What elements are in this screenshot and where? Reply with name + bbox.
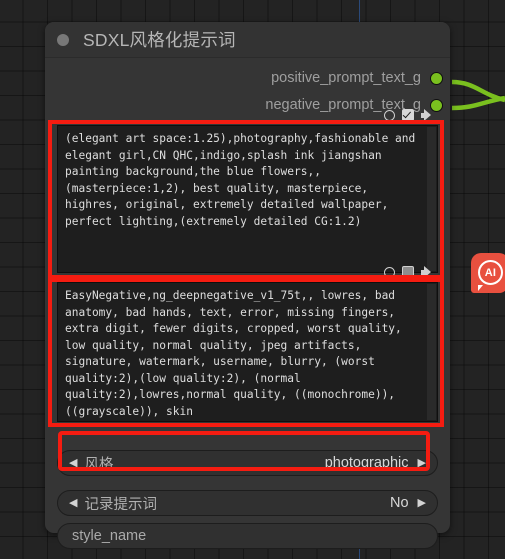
widget-log-prompt-value[interactable]: No bbox=[390, 495, 409, 511]
widget-style-value[interactable]: photographic bbox=[325, 455, 409, 471]
record-circle-icon[interactable] bbox=[384, 109, 395, 121]
chevron-right-icon[interactable]: ▶ bbox=[418, 457, 426, 469]
record-circle-icon[interactable] bbox=[384, 266, 395, 278]
checkbox-checked-icon[interactable] bbox=[402, 109, 414, 121]
collapse-dot-icon[interactable] bbox=[57, 33, 69, 46]
textarea-scrollbar[interactable] bbox=[427, 127, 436, 271]
output-slot-positive-prompt[interactable]: positive_prompt_text_g bbox=[271, 66, 450, 90]
textarea-scrollbar[interactable] bbox=[427, 284, 436, 420]
ai-badge-label: AI bbox=[478, 260, 503, 285]
checkbox-unchecked-icon[interactable] bbox=[402, 266, 414, 278]
chevron-left-icon[interactable]: ◀ bbox=[69, 497, 77, 509]
widget-log-prompt[interactable]: ◀ 记录提示词 No ▶ bbox=[57, 490, 438, 516]
positive-prompt-textarea[interactable]: (elegant art space:1.25),photography,fas… bbox=[57, 109, 438, 273]
widget-log-prompt-label: 记录提示词 bbox=[84, 496, 157, 513]
output-port-dot[interactable] bbox=[430, 71, 443, 85]
widget-style-name[interactable]: style_name bbox=[57, 523, 438, 549]
output-label: positive_prompt_text_g bbox=[271, 70, 421, 86]
widget-style-name-placeholder: style_name bbox=[72, 528, 147, 544]
node-sdxl-style-prompt[interactable]: SDXL风格化提示词 positive_prompt_text_g negati… bbox=[45, 22, 450, 549]
node-titlebar[interactable]: SDXL风格化提示词 bbox=[45, 22, 450, 58]
positive-prompt-toolbar[interactable] bbox=[384, 106, 434, 124]
negative-prompt-text[interactable]: EasyNegative,ng_deepnegative_v1_75t,, lo… bbox=[65, 288, 425, 418]
speaker-icon[interactable] bbox=[421, 266, 434, 278]
positive-prompt-text[interactable]: (elegant art space:1.25),photography,fas… bbox=[65, 131, 425, 269]
chat-bubble-tail-icon bbox=[478, 285, 483, 291]
negative-prompt-textarea[interactable]: EasyNegative,ng_deepnegative_v1_75t,, lo… bbox=[57, 266, 438, 422]
chevron-left-icon[interactable]: ◀ bbox=[69, 457, 77, 469]
speaker-icon[interactable] bbox=[421, 109, 434, 121]
negative-prompt-toolbar[interactable] bbox=[384, 263, 434, 281]
widget-style-label: 风格 bbox=[84, 456, 114, 473]
widget-style[interactable]: ◀ 风格 photographic ▶ bbox=[57, 450, 438, 476]
node-graph-canvas[interactable]: SDXL风格化提示词 positive_prompt_text_g negati… bbox=[0, 0, 505, 559]
ai-assistant-badge[interactable]: AI bbox=[471, 253, 505, 293]
chevron-right-icon[interactable]: ▶ bbox=[418, 497, 426, 509]
node-title: SDXL风格化提示词 bbox=[83, 30, 236, 50]
